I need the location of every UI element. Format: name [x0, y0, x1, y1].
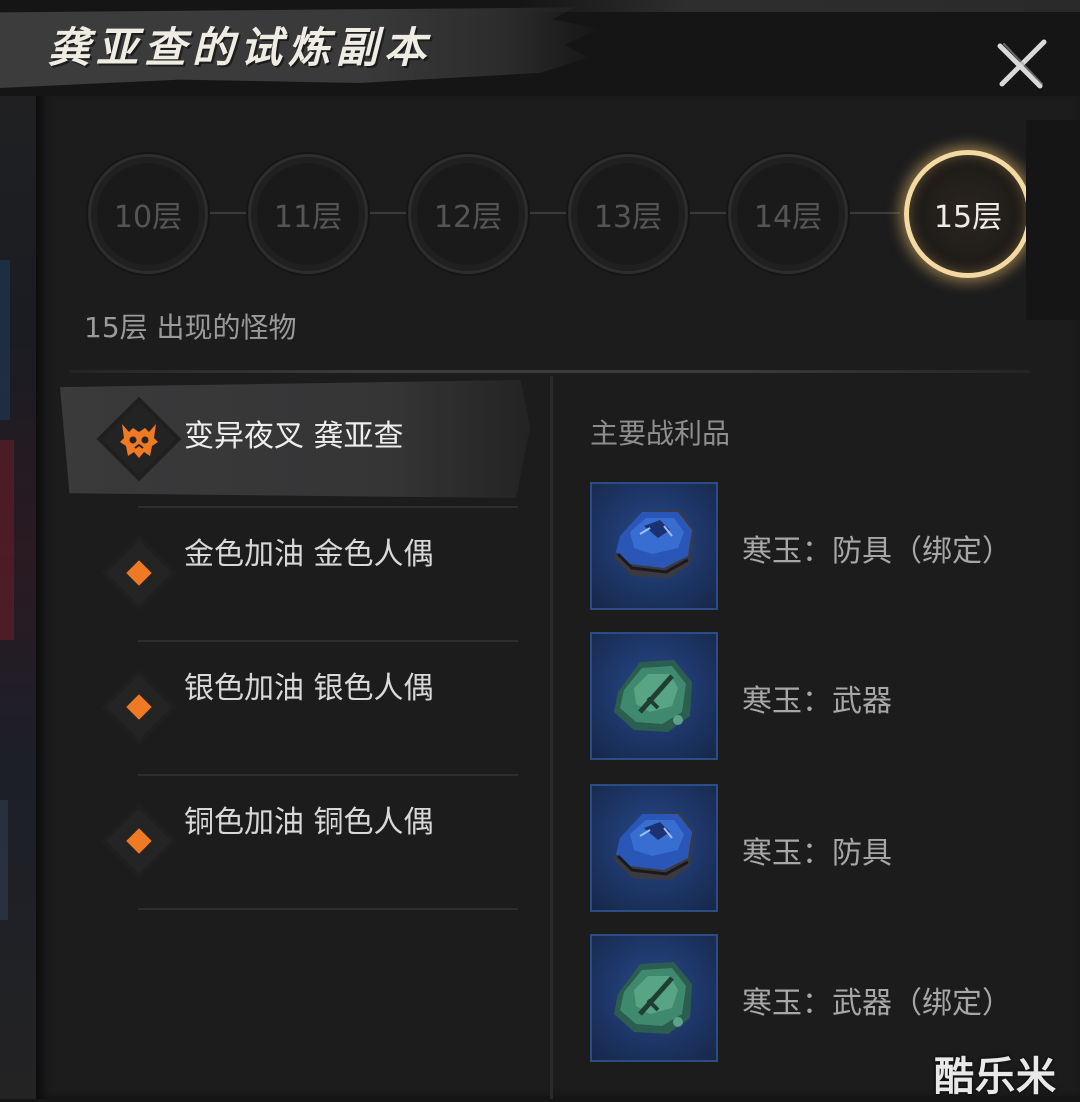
divider-vertical [550, 376, 553, 1099]
floor-11-button[interactable]: 11层 [248, 154, 368, 274]
demon-skull-icon [120, 424, 158, 458]
close-icon [997, 39, 1047, 89]
close-button[interactable] [992, 34, 1052, 94]
floor-12-button[interactable]: 12层 [408, 154, 528, 274]
loot-label: 寒玉：防具 [742, 836, 892, 871]
loot-label: 寒玉：防具（绑定） [742, 534, 1012, 569]
loot-label: 寒玉：武器 [742, 684, 892, 719]
monster-item-gold-doll[interactable]: 金色加油 金色人偶 [60, 514, 530, 632]
page-title: 龚亚查的试炼副本 [48, 23, 433, 72]
loot-item[interactable]: 寒玉：防具（绑定） [590, 482, 1030, 612]
title-bar: 龚亚查的试炼副本 [0, 0, 1080, 96]
green-jade-weapon-icon [614, 962, 692, 1034]
blue-jade-armor-icon [614, 510, 694, 578]
blue-jade-armor-icon [614, 812, 694, 880]
monster-name: 变异夜叉 龚亚查 [184, 419, 404, 454]
background-left-edge [0, 0, 36, 1099]
loot-label: 寒玉：武器（绑定） [742, 986, 1012, 1021]
watermark: 酷乐米 [934, 1054, 1057, 1100]
monster-item-gongyacha[interactable]: 变异夜叉 龚亚查 [60, 380, 530, 498]
monster-name: 银色加油 银色人偶 [184, 671, 434, 706]
monster-section-label: 15层 出现的怪物 [84, 311, 297, 344]
monster-item-silver-doll[interactable]: 银色加油 银色人偶 [60, 648, 530, 766]
loot-item[interactable]: 寒玉：武器 [590, 632, 1030, 762]
floor-10-button[interactable]: 10层 [88, 154, 208, 274]
floor-13-button[interactable]: 13层 [568, 154, 688, 274]
floor-14-button[interactable]: 14层 [728, 154, 848, 274]
green-jade-weapon-icon [614, 660, 692, 732]
monster-name: 铜色加油 铜色人偶 [184, 805, 434, 840]
floor-15-button[interactable]: 15层 [904, 150, 1032, 278]
loot-item[interactable]: 寒玉：防具 [590, 784, 1030, 914]
monster-item-bronze-doll[interactable]: 铜色加油 铜色人偶 [60, 782, 530, 900]
monster-name: 金色加油 金色人偶 [184, 537, 434, 572]
divider [70, 370, 1030, 373]
loot-title: 主要战利品 [590, 417, 731, 450]
